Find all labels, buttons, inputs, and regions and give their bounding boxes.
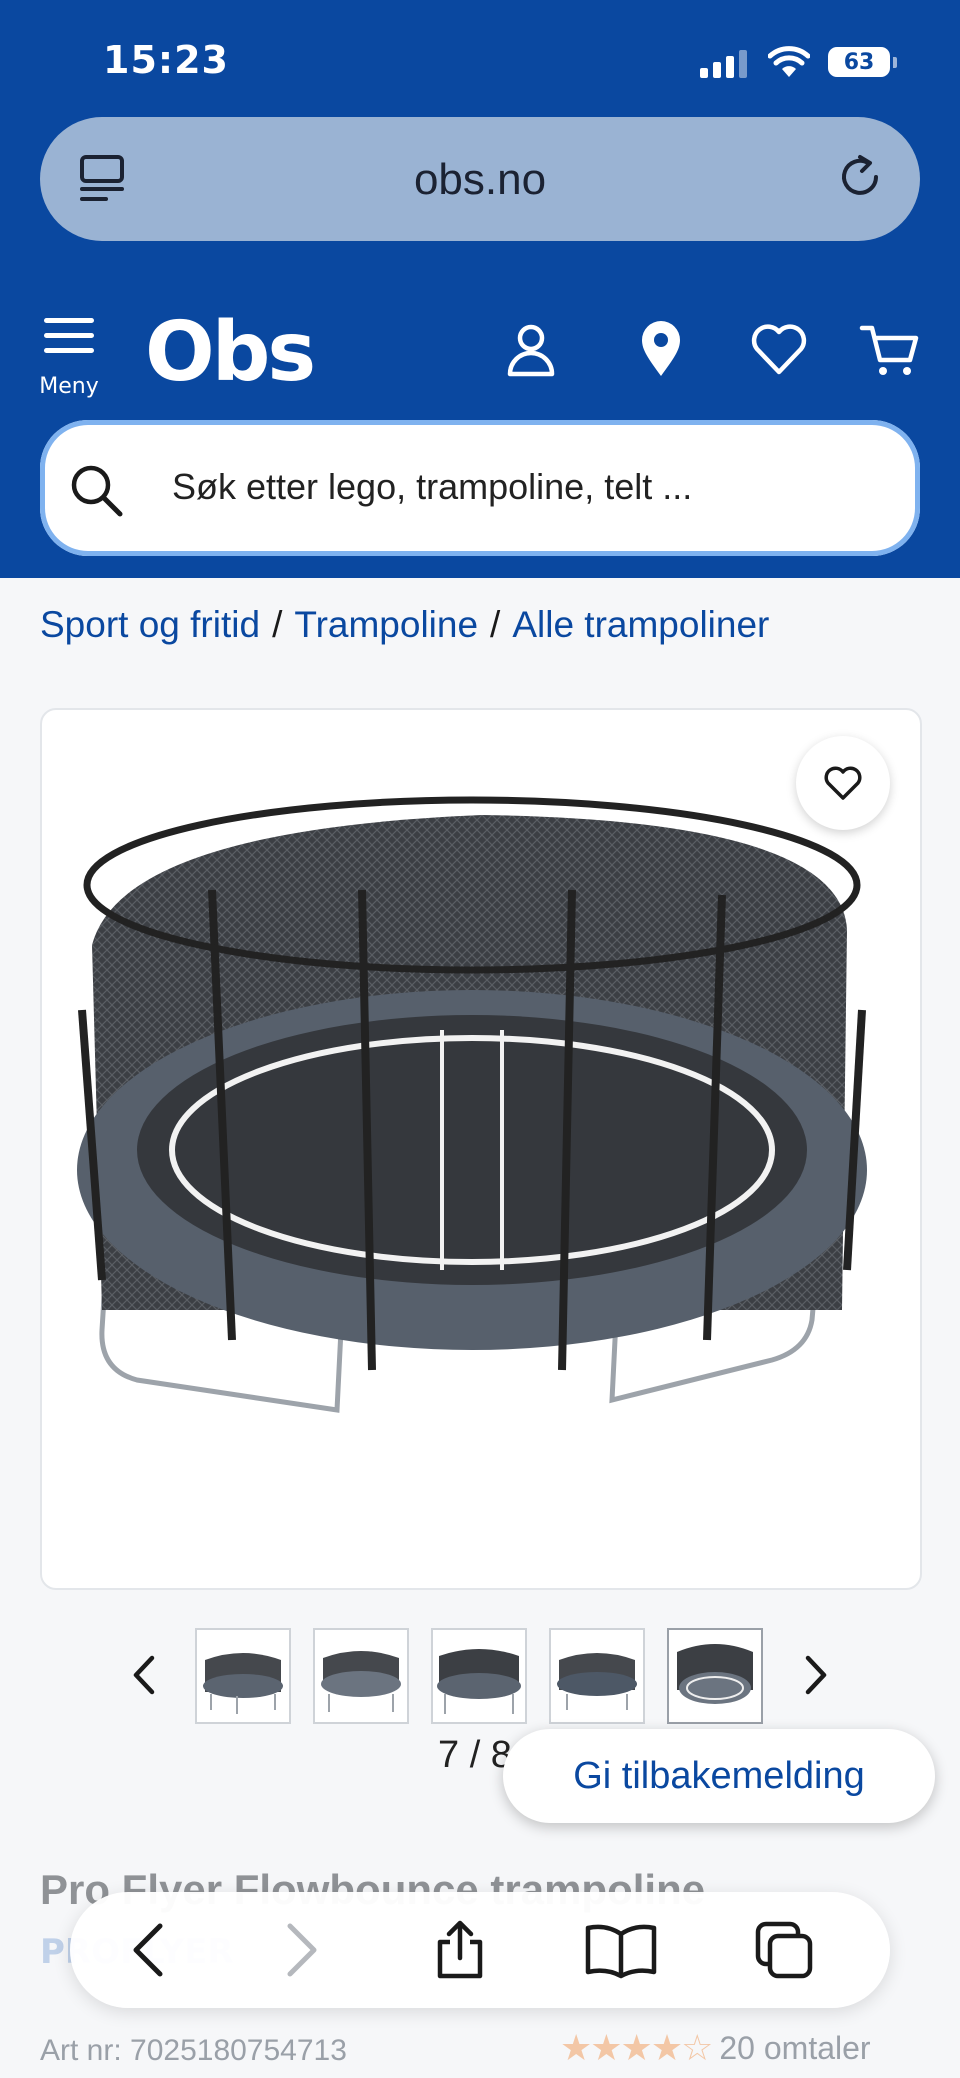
image-counter: 7 / 8 [438, 1734, 512, 1776]
url-text[interactable]: obs.no [40, 155, 920, 205]
trampoline-image [77, 796, 867, 1413]
product-image[interactable] [40, 708, 922, 1590]
bookmarks-icon[interactable] [584, 1920, 658, 1980]
back-icon[interactable] [120, 1920, 180, 1980]
favorites-icon[interactable] [748, 318, 810, 380]
thumbnail[interactable] [313, 1628, 409, 1724]
breadcrumb-link[interactable]: Trampoline [294, 604, 478, 645]
search-placeholder: Søk etter lego, trampoline, telt ... [172, 466, 693, 507]
store-location-icon[interactable] [630, 318, 692, 380]
chevron-right-icon[interactable] [800, 1650, 830, 1700]
feedback-button[interactable]: Gi tilbakemelding [503, 1729, 935, 1823]
thumbnail[interactable] [195, 1628, 291, 1724]
add-to-favorites-button[interactable] [796, 736, 890, 830]
menu-label: Meny [39, 374, 99, 399]
obs-logo[interactable]: Obs [145, 305, 316, 400]
search-input[interactable]: Søk etter lego, trampoline, telt ... [40, 420, 920, 556]
hamburger-icon [36, 318, 102, 353]
browser-toolbar [70, 1892, 890, 2008]
breadcrumb-link[interactable]: Alle trampoliner [512, 604, 769, 645]
chevron-left-icon[interactable] [130, 1650, 160, 1700]
wifi-icon [768, 46, 810, 77]
reload-icon[interactable] [830, 147, 890, 207]
search-icon [71, 465, 123, 517]
account-icon[interactable] [500, 318, 562, 380]
cart-icon[interactable] [858, 318, 920, 380]
review-count[interactable]: 20 omtaler [719, 2030, 870, 2067]
article-number: Art nr: 7025180754713 [40, 2034, 347, 2067]
tabs-icon[interactable] [754, 1920, 814, 1980]
rating-stars-icon: ★★★★☆ [560, 2028, 713, 2069]
thumbnail[interactable] [431, 1628, 527, 1724]
battery-icon: 63 [828, 47, 897, 77]
thumbnail-strip [120, 1628, 840, 1728]
forward-icon[interactable] [270, 1920, 330, 1980]
cellular-signal-icon [700, 48, 747, 78]
thumbnail-active[interactable] [667, 1628, 763, 1724]
address-bar[interactable]: obs.no [40, 117, 920, 241]
breadcrumb: Sport og fritid / Trampoline / Alle trampoli… [40, 604, 770, 645]
share-icon[interactable] [430, 1920, 490, 1980]
breadcrumb-link[interactable]: Sport og fritid [40, 604, 260, 645]
thumbnail[interactable] [549, 1628, 645, 1724]
product-rating[interactable]: ★★★★☆ 20 omtaler [560, 2028, 871, 2069]
status-time: 15:23 [103, 38, 229, 82]
menu-button[interactable]: Meny [36, 318, 102, 399]
heart-icon [824, 766, 862, 800]
